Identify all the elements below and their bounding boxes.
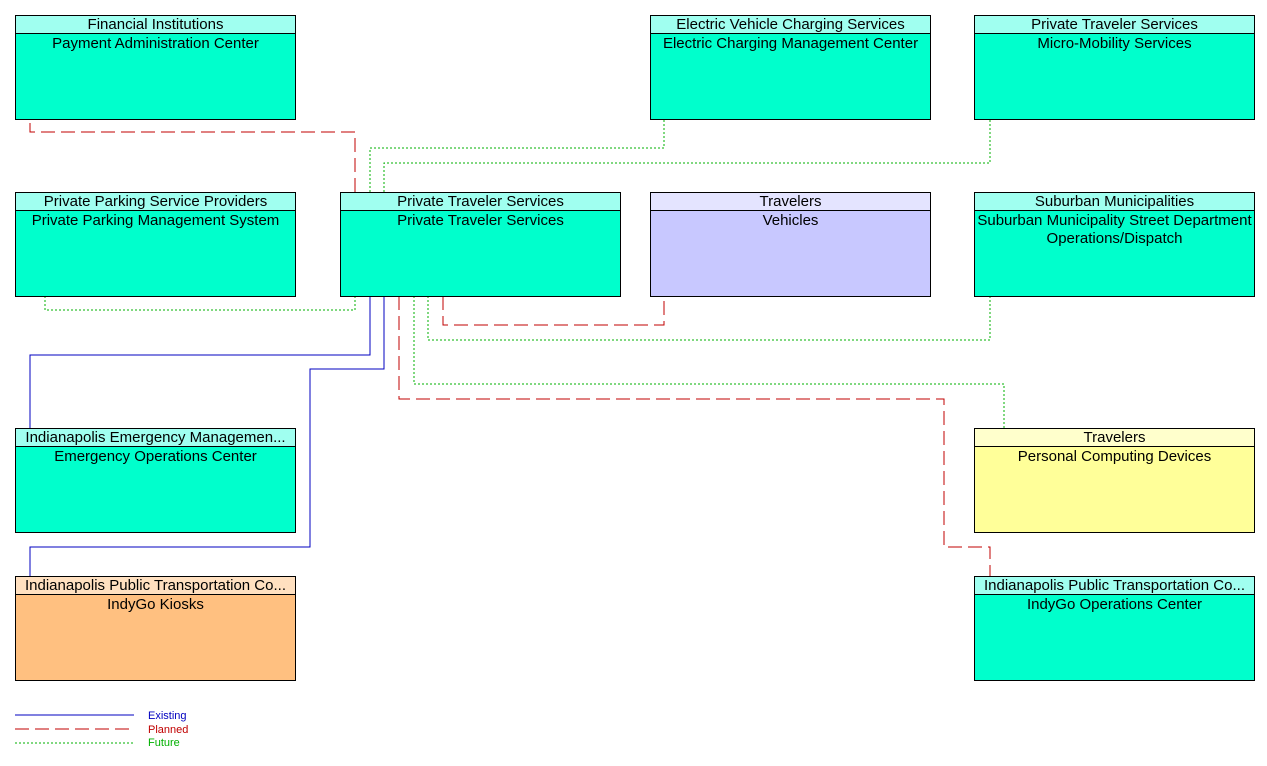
flow-pts-pcd-future: [413, 296, 1005, 428]
element-box-pcd[interactable]: Travelers Personal Computing Devices: [974, 428, 1255, 533]
element-owner: Travelers: [651, 193, 930, 211]
element-box-veh[interactable]: Travelers Vehicles: [650, 192, 931, 297]
element-owner: Private Parking Service Providers: [16, 193, 295, 211]
element-name: IndyGo Operations Center: [1026, 596, 1203, 613]
element-owner: Travelers: [975, 429, 1254, 447]
element-box-pac[interactable]: Financial Institutions Payment Administra…: [15, 15, 296, 120]
element-name: Private Traveler Services: [397, 212, 564, 229]
element-box-pts[interactable]: Private Traveler Services Private Travele…: [340, 192, 621, 297]
element-name: Private Parking Management System: [31, 212, 280, 229]
element-owner: Indianapolis Emergency Managemen...: [16, 429, 295, 447]
flow-pts-ecmc-future: [369, 119, 665, 192]
element-name: Emergency Operations Center: [54, 448, 257, 465]
element-owner: Indianapolis Public Transportation Co...: [16, 577, 295, 595]
flow-pts-pac-planned: [29, 119, 356, 192]
element-owner: Private Traveler Services: [975, 16, 1254, 34]
element-box-mms[interactable]: Private Traveler Services Micro-Mobility …: [974, 15, 1255, 120]
legend-planned: Planned: [148, 724, 189, 736]
element-owner: Electric Vehicle Charging Services: [651, 16, 930, 34]
element-owner: Indianapolis Public Transportation Co...: [975, 577, 1254, 595]
element-box-ecmc[interactable]: Electric Vehicle Charging Services Electr…: [650, 15, 931, 120]
element-name: Suburban Municipality Street Department …: [977, 212, 1252, 247]
element-owner: Suburban Municipalities: [975, 193, 1254, 211]
legend-existing: Existing: [148, 710, 187, 722]
element-name: Vehicles: [762, 212, 819, 229]
element-box-sub[interactable]: Suburban Municipalities Suburban Municipa…: [974, 192, 1255, 297]
flow-pts-mms-future: [383, 119, 991, 192]
flow-pts-eoc-existing: [29, 296, 371, 428]
element-box-kiosk[interactable]: Indianapolis Public Transportation Co...…: [15, 576, 296, 681]
element-box-eoc[interactable]: Indianapolis Emergency Managemen... Emerg…: [15, 428, 296, 533]
legend-future: Future: [148, 737, 180, 749]
flow-pts-ppms-future: [44, 296, 356, 311]
element-box-ppms[interactable]: Private Parking Service Providers Private…: [15, 192, 296, 297]
element-owner: Financial Institutions: [16, 16, 295, 34]
element-name: Electric Charging Management Center: [662, 35, 919, 52]
element-owner: Private Traveler Services: [341, 193, 620, 211]
element-name: IndyGo Kiosks: [107, 596, 204, 613]
flow-pts-veh-planned: [442, 296, 665, 326]
element-name: Payment Administration Center: [52, 35, 259, 52]
element-box-ioc[interactable]: Indianapolis Public Transportation Co...…: [974, 576, 1255, 681]
flow-pts-ioc-planned: [398, 296, 991, 576]
architecture-diagram: Financial Institutions Payment Administra…: [0, 0, 1267, 766]
element-name: Micro-Mobility Services: [1037, 35, 1192, 52]
element-name: Personal Computing Devices: [1017, 448, 1212, 465]
flow-pts-sub-future: [427, 296, 991, 341]
